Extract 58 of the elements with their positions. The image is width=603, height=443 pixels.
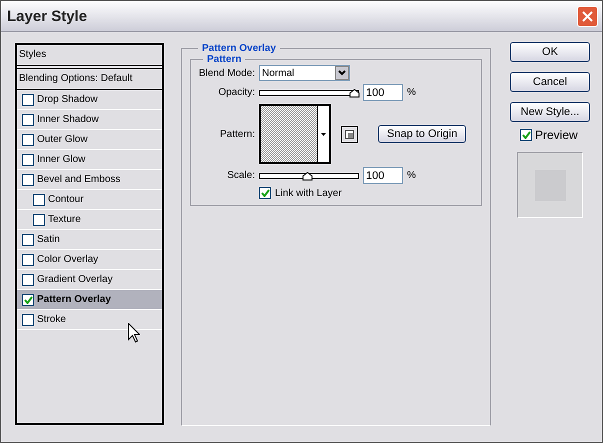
caret-icon [321,132,326,136]
field-label: Pattern: [218,128,255,140]
mouse-pointer-icon [128,323,140,343]
style-item[interactable]: Color Overlay [17,250,162,270]
close-icon [582,10,593,22]
style-item[interactable]: Bevel and Emboss [17,170,162,190]
slider-thumb[interactable] [302,172,314,180]
pattern-swatch-icon [261,106,317,162]
checkbox[interactable] [22,114,34,126]
group-title: Pattern [206,54,242,65]
chevron-down-icon [338,70,346,76]
style-item[interactable]: Pattern Overlay [17,290,162,310]
style-item[interactable]: Texture [17,210,162,230]
checkbox[interactable] [259,187,271,199]
slider[interactable] [259,170,359,180]
unit-label: % [407,87,416,98]
window-title: Layer Style [7,8,88,24]
style-item[interactable]: Contour [17,190,162,210]
checkbox[interactable] [33,194,45,206]
checkbox[interactable] [22,174,34,186]
checkbox[interactable] [22,94,34,106]
section-title: Pattern Overlay [201,43,277,54]
opacity-input[interactable]: 100 [363,84,403,101]
unit-label: % [407,170,416,181]
scale-input[interactable]: 100 [363,167,403,184]
checkbox[interactable] [22,154,34,166]
snap-to-origin-button[interactable]: Snap to Origin [378,125,466,143]
checkbox-label: Preview [535,128,578,142]
field-label: Blend Mode: [198,68,255,78]
field-label: Scale: [226,170,255,181]
style-item[interactable]: Inner Shadow [17,110,162,130]
dialog-button[interactable]: OK [510,42,590,62]
slider-thumb[interactable] [349,88,360,98]
checkbox[interactable] [33,214,45,226]
checkbox[interactable] [22,274,34,286]
style-item[interactable]: Satin [17,230,162,250]
checkbox[interactable] [22,294,34,306]
blend-mode-dropdown[interactable]: Normal [259,65,350,81]
style-item[interactable]: Outer Glow [17,130,162,150]
pattern-picker[interactable] [259,104,331,164]
style-item[interactable]: Inner Glow [17,150,162,170]
blending-options-item[interactable]: Blending Options: Default [17,69,162,90]
list-header: Styles [17,45,162,66]
checkbox[interactable] [22,314,34,326]
field-label: Opacity: [217,87,255,98]
checkbox-label: Link with Layer [275,188,342,198]
dialog-button[interactable]: New Style... [510,102,590,122]
dialog-button[interactable]: Cancel [510,72,590,92]
checkbox[interactable] [22,134,34,146]
new-preset-button[interactable] [341,126,358,142]
checkbox[interactable] [520,129,532,141]
square-icon [345,130,354,138]
slider[interactable] [259,88,359,98]
checkbox[interactable] [22,234,34,246]
preview-thumbnail [517,152,583,218]
style-item[interactable]: Drop Shadow [17,90,162,110]
close-button[interactable] [577,6,598,26]
checkbox[interactable] [22,254,34,266]
